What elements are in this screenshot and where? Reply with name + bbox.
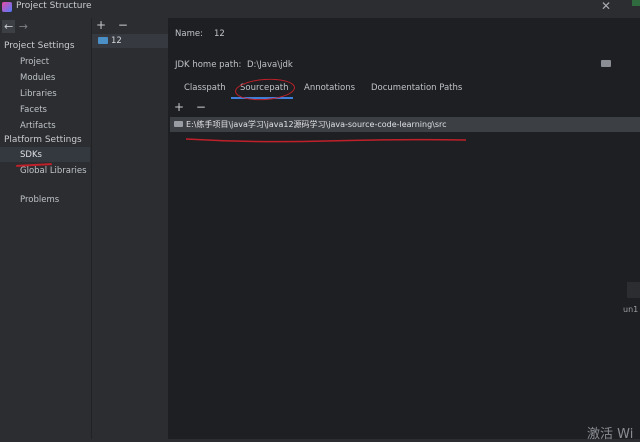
sdk-icon: [98, 37, 108, 44]
nav-sdks[interactable]: SDKs: [20, 150, 42, 160]
sdk-item[interactable]: 12: [111, 36, 122, 46]
back-arrow-icon[interactable]: ←: [2, 20, 16, 33]
corner-accent: [632, 0, 640, 6]
source-path[interactable]: E:\练手项目\java学习\java12源码学习\java-source-co…: [186, 119, 447, 130]
nav-facets[interactable]: Facets: [20, 105, 47, 115]
nav-global-libraries[interactable]: Global Libraries: [20, 166, 87, 176]
left-panel: ← → Project Settings Project Modules Lib…: [0, 18, 90, 439]
annotation-underline-path: [186, 138, 466, 143]
jdk-home-label: JDK home path:: [175, 60, 242, 70]
name-input[interactable]: [207, 24, 635, 40]
remove-path-button[interactable]: −: [196, 100, 206, 114]
edge-panel: [627, 282, 640, 298]
sdk-list-panel: + − 12: [91, 18, 169, 439]
nav-problems[interactable]: Problems: [20, 195, 59, 205]
path-toolbar: + −: [174, 100, 214, 114]
sdk-toolbar: + −: [96, 18, 136, 32]
name-value[interactable]: 12: [214, 29, 225, 39]
tab-classpath[interactable]: Classpath: [184, 83, 226, 93]
window-title: Project Structure: [16, 1, 92, 11]
tab-documentation-paths[interactable]: Documentation Paths: [371, 83, 462, 93]
nav-arrows: ← →: [2, 20, 28, 33]
nav-modules[interactable]: Modules: [20, 73, 55, 83]
nav-project[interactable]: Project: [20, 57, 49, 67]
nav-artifacts[interactable]: Artifacts: [20, 121, 56, 131]
jdk-home-field[interactable]: D:\Java\jdk: [247, 60, 293, 70]
folder-icon[interactable]: [601, 60, 611, 67]
add-path-button[interactable]: +: [174, 100, 184, 114]
forward-arrow-icon[interactable]: →: [19, 20, 28, 33]
remove-sdk-button[interactable]: −: [118, 18, 128, 32]
nav-libraries[interactable]: Libraries: [20, 89, 57, 99]
folder-icon: [174, 121, 183, 127]
tab-annotations[interactable]: Annotations: [304, 83, 355, 93]
section-project-settings: Project Settings: [4, 41, 75, 51]
edge-text: un1: [623, 305, 639, 314]
app-icon: [2, 2, 12, 12]
sdk-detail-panel: Name: 12 JDK home path: D:\Java\jdk Clas…: [168, 18, 640, 442]
title-bar: Project Structure ✕: [0, 0, 640, 14]
close-icon[interactable]: ✕: [601, 0, 611, 13]
selected-row-highlight: [0, 147, 90, 162]
activation-watermark: 激活 Wi: [587, 427, 634, 442]
section-platform-settings: Platform Settings: [4, 135, 82, 145]
name-label: Name:: [175, 29, 203, 39]
add-sdk-button[interactable]: +: [96, 18, 106, 32]
